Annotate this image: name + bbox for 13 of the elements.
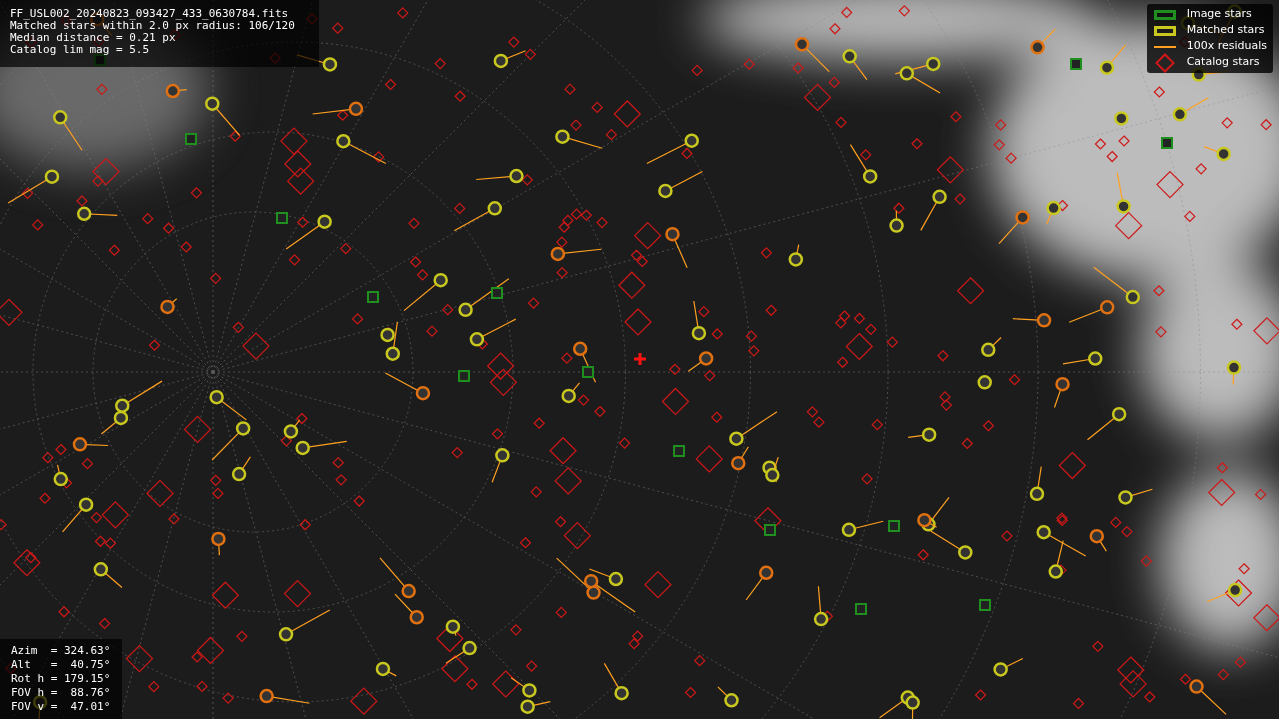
- legend-label: Matched stars: [1186, 22, 1265, 39]
- legend-label: Catalog stars: [1186, 54, 1260, 71]
- pointing-line: Alt = 40.75°: [11, 658, 111, 672]
- info-line: Matched stars within 2.0 px radius: 106/120: [10, 20, 296, 32]
- legend-label: Image stars: [1186, 6, 1252, 23]
- info-line: Catalog lim mag = 5.5: [10, 44, 151, 56]
- info-line: FF_USL002_20240823_093427_433_0630784.fits: [10, 8, 290, 20]
- pointing-line: Azim = 324.63°: [11, 644, 111, 658]
- pointing-line: FOV h = 88.76°: [11, 686, 111, 700]
- pointing-line: Rot h = 179.15°: [11, 672, 111, 686]
- info-line: Median distance = 0.21 px: [10, 32, 177, 44]
- legend-label: 100x residuals: [1186, 38, 1267, 55]
- pointing-line: FOV v = 47.01°: [11, 700, 111, 714]
